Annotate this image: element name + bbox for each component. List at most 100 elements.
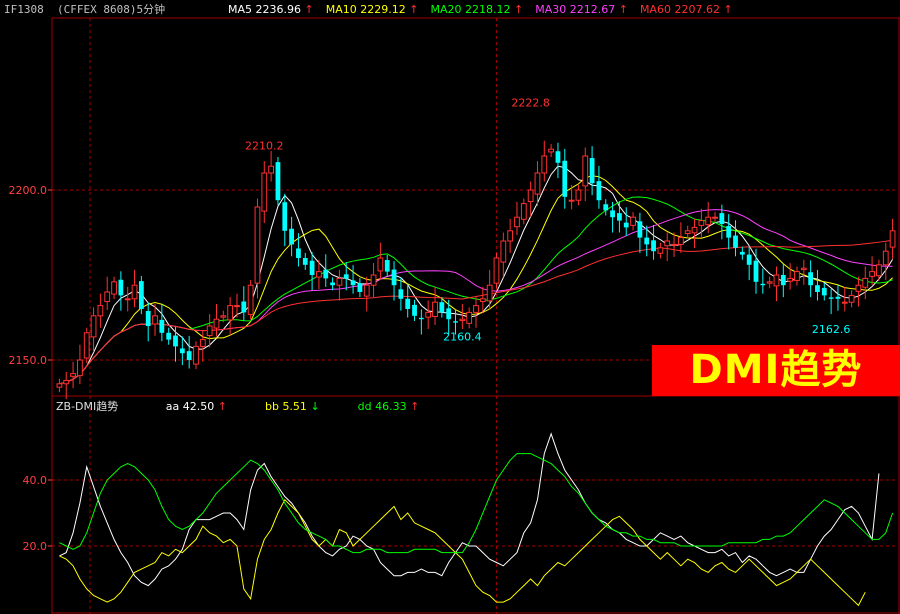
- candle-body-down: [623, 222, 629, 228]
- indicator-legend-value: 42.50: [182, 400, 215, 413]
- candle-body-down: [145, 311, 151, 326]
- indicator-tick-label: 40.0: [23, 474, 48, 487]
- ma-legend-label: MA5: [228, 3, 253, 16]
- symbol-label: IF1308: [4, 3, 44, 16]
- candle-body-up: [541, 155, 548, 174]
- candle-body-up: [254, 206, 261, 284]
- candle-body-down: [562, 160, 568, 197]
- candle-body-down: [617, 213, 622, 221]
- candle-body-up: [855, 284, 862, 292]
- candle-body-up: [664, 240, 671, 247]
- candle-body-down: [719, 213, 725, 224]
- candle-body-up: [247, 284, 254, 315]
- ma-legend-value: 2236.96: [255, 3, 302, 16]
- candle-body-up: [677, 237, 684, 245]
- candle-body-down: [746, 254, 752, 265]
- dmi-banner: DMI趋势: [652, 345, 900, 396]
- candle-body-down: [418, 317, 424, 320]
- candle-body-up: [500, 240, 507, 263]
- candle-body-down: [350, 280, 356, 286]
- candle-body-down: [439, 302, 445, 313]
- candle-body-down: [186, 351, 192, 360]
- ma-legend-label: MA20: [430, 3, 462, 16]
- dmi-indicator-lines: [59, 432, 894, 607]
- ma-legend-item: MA10 2229.12 ↑: [326, 3, 419, 16]
- candle-body-down: [391, 269, 397, 286]
- candle-body-up: [152, 315, 158, 325]
- candle-body-down: [343, 274, 349, 279]
- candle-body-up: [227, 305, 234, 321]
- indicator-tick-label: 20.0: [23, 540, 48, 553]
- indicator-line-aa: [59, 432, 880, 587]
- candle-body-down: [173, 335, 178, 347]
- candle-body-up: [63, 379, 70, 385]
- candle-body-up: [479, 298, 486, 303]
- candle-body-down: [733, 235, 738, 248]
- candle-body-up: [712, 216, 718, 219]
- candle-body-up: [268, 165, 275, 174]
- candle-body-up: [124, 298, 131, 301]
- candle-body-up: [527, 189, 534, 203]
- candle-body-up: [486, 284, 493, 302]
- price-annotation: 2210.2: [245, 139, 284, 152]
- candle-body-down: [179, 348, 185, 354]
- candle-body-up: [534, 172, 541, 195]
- ma-legend-item: MA30 2212.67 ↑: [535, 3, 628, 16]
- candle-body-down: [453, 321, 458, 323]
- ma-legend-item: MA20 2218.12 ↑: [430, 3, 523, 16]
- candle-body-down: [589, 158, 595, 184]
- candle-body-up: [363, 284, 370, 297]
- indicator-legend-item: bb 5.51 ↓: [265, 400, 320, 413]
- candle-body-down: [384, 260, 390, 272]
- candle-body-down: [644, 237, 650, 245]
- candle-body-down: [357, 283, 363, 292]
- candle-body-up: [377, 257, 384, 272]
- candle-body-up: [234, 305, 240, 308]
- ma-legend-item: MA60 2207.62 ↑: [640, 3, 733, 16]
- candle-body-up: [582, 155, 589, 187]
- candle-body-down: [739, 251, 745, 255]
- candle-body-down: [808, 272, 814, 286]
- candle-body-up: [56, 383, 63, 388]
- candle-body-up: [199, 339, 206, 347]
- candle-body-down: [241, 301, 247, 313]
- indicator-legend-item: dd 46.33 ↑: [358, 400, 420, 413]
- candle-body-down: [603, 204, 609, 211]
- candle-body-up: [466, 311, 473, 324]
- indicator-line-dd: [59, 453, 894, 554]
- candle-body-up: [206, 325, 213, 337]
- candle-body-down: [302, 258, 308, 265]
- candle-body-down: [275, 162, 281, 201]
- candle-body-up: [193, 345, 199, 365]
- candle-body-down: [726, 226, 732, 238]
- candle-body-down: [821, 287, 827, 296]
- candle-body-up: [77, 359, 83, 377]
- candle-body-down: [446, 308, 452, 320]
- candle-body-down: [405, 298, 411, 309]
- candle-body-up: [671, 243, 677, 246]
- ma-legend-value: 2212.67: [569, 3, 616, 16]
- candle-body-down: [412, 304, 417, 316]
- candle-body-up: [548, 148, 555, 153]
- candle-body-down: [296, 248, 301, 258]
- price-annotation: 2222.8: [511, 96, 550, 109]
- candle-body-up: [83, 332, 90, 359]
- arrow-up-icon: ↑: [723, 3, 733, 16]
- ma-legend: MA5 2236.96 ↑ MA10 2229.12 ↑ MA20 2218.12 …: [228, 2, 745, 18]
- candle-body-up: [514, 216, 520, 228]
- ma-legend-value: 2229.12: [360, 3, 406, 16]
- chart-title: IF1308 (CFFEX 8608)5分钟: [4, 2, 165, 18]
- arrow-down-icon: ↓: [310, 400, 320, 413]
- candle-body-up: [104, 291, 111, 303]
- candle-body-up: [213, 318, 220, 329]
- candle-body-up: [370, 274, 377, 286]
- candle-body-up: [794, 271, 800, 281]
- ma-legend-label: MA30: [535, 3, 567, 16]
- candle-body-up: [657, 247, 664, 254]
- price-annotation: 2162.6: [812, 323, 851, 336]
- ma-legend-label: MA10: [325, 3, 357, 16]
- y-tick-label: 2200.0: [9, 184, 48, 197]
- candle-body-up: [691, 226, 698, 234]
- candle-body-up: [841, 301, 848, 304]
- indicator-legend-item: aa 42.50 ↑: [166, 400, 227, 413]
